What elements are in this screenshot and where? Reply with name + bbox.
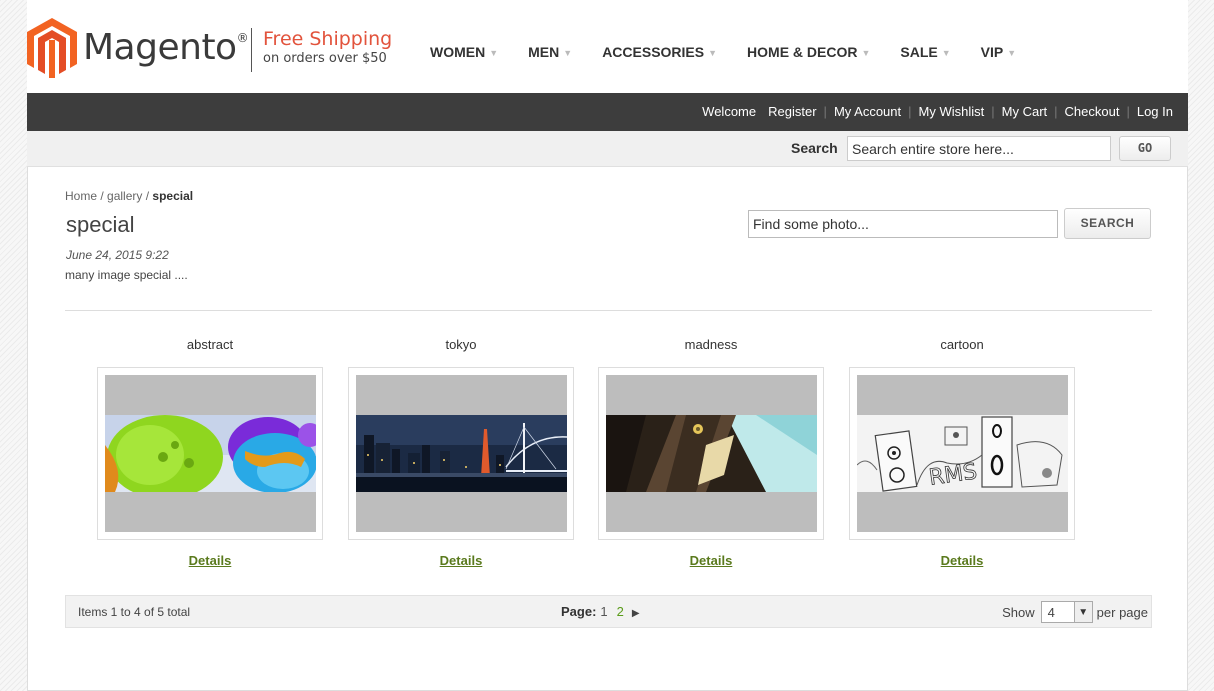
log-in-link[interactable]: Log In (1137, 104, 1173, 119)
next-page-icon[interactable]: ▶ (632, 608, 640, 619)
register-link[interactable]: Register (768, 104, 816, 119)
logo[interactable]: Magento® (27, 18, 249, 78)
section-divider (65, 310, 1152, 311)
registered-mark: ® (236, 31, 249, 45)
nav-item-accessories[interactable]: ACCESSORIES ▼ (602, 44, 717, 60)
gallery-item: abstract Details (97, 337, 323, 568)
current-page: 1 (600, 604, 608, 619)
items-count: Items 1 to 4 of 5 total (78, 605, 191, 619)
magento-logo-icon (27, 18, 77, 78)
breadcrumb-separator: / (142, 189, 153, 203)
breadcrumb-gallery[interactable]: gallery (107, 189, 142, 203)
details-link[interactable]: Details (598, 553, 824, 568)
link-separator: | (823, 104, 827, 119)
gallery-item-image[interactable] (356, 375, 567, 532)
link-separator: | (991, 104, 995, 119)
per-page-select[interactable]: 4 ▼ (1040, 601, 1093, 623)
brand-name: Magento® (83, 27, 249, 68)
gallery-item-title: madness (684, 337, 738, 352)
city-bridge-night-image (356, 415, 567, 492)
checkout-link[interactable]: Checkout (1065, 104, 1120, 119)
gallery-item-frame[interactable] (598, 367, 824, 540)
gallery-item-frame[interactable] (348, 367, 574, 540)
gallery-item-title: tokyo (445, 337, 477, 352)
my-account-link[interactable]: My Account (834, 104, 901, 119)
chevron-down-icon: ▼ (941, 48, 951, 58)
store-search-input[interactable] (847, 136, 1111, 161)
chevron-down-icon: ▼ (708, 48, 718, 58)
chevron-down-icon[interactable]: ▼ (1073, 602, 1092, 622)
post-description: many image special .... (65, 268, 188, 282)
chevron-down-icon: ▼ (563, 48, 573, 58)
page-title: special (66, 212, 135, 237)
my-wishlist-link[interactable]: My Wishlist (919, 104, 985, 119)
link-separator: | (1126, 104, 1130, 119)
nav-item-home-decor[interactable]: HOME & DECOR ▼ (747, 44, 870, 60)
promo-subline: on orders over $50 (263, 51, 387, 66)
breadcrumb: Home / gallery / special (65, 189, 193, 203)
nav-item-men[interactable]: MEN ▼ (528, 44, 572, 60)
per-page-suffix: per page (1096, 604, 1148, 620)
page-label: Page: (561, 604, 597, 619)
gallery-item: madness Details (598, 337, 824, 568)
nav-item-vip[interactable]: VIP ▼ (981, 44, 1017, 60)
gallery-item-image[interactable] (105, 375, 316, 532)
chevron-down-icon: ▼ (489, 48, 499, 58)
post-date: June 24, 2015 9:22 (66, 248, 169, 262)
search-go-button[interactable]: GO (1119, 136, 1171, 161)
show-label: Show (1002, 604, 1035, 620)
madness-photo-image (606, 415, 817, 492)
free-shipping-promo: Free Shipping on orders over $50 (263, 28, 393, 66)
welcome-message: Welcome (702, 104, 757, 119)
page-wrapper: Magento® Free Shipping on orders over $5… (27, 0, 1188, 691)
pagination-toolbar: Items 1 to 4 of 5 total Page: 1 2 ▶ Show 4 … (65, 595, 1152, 628)
account-bar: Welcome Register | My Account | My Wishl… (27, 93, 1188, 131)
nav-item-sale[interactable]: SALE ▼ (900, 44, 950, 60)
gallery-item-image[interactable]: RMS (857, 375, 1068, 532)
link-separator: | (1054, 104, 1058, 119)
photo-search-button[interactable]: SEARCH (1064, 208, 1151, 239)
gallery-item: tokyo Details (348, 337, 574, 568)
gallery-item-frame[interactable] (97, 367, 323, 540)
per-page-value: 4 (1047, 605, 1055, 620)
header: Magento® Free Shipping on orders over $5… (27, 0, 1188, 93)
my-cart-link[interactable]: My Cart (1002, 104, 1048, 119)
per-page-control: Show 4 ▼ per page (1002, 601, 1151, 623)
cartoon-speakers-sketch-image: RMS (857, 415, 1068, 492)
details-link[interactable]: Details (97, 553, 323, 568)
abstract-3d-image (105, 415, 316, 492)
details-link[interactable]: Details (849, 553, 1075, 568)
main-nav: WOMEN ▼ MEN ▼ ACCESSORIES ▼ HOME & DECOR ▼ S… (430, 44, 1046, 60)
details-link[interactable]: Details (348, 553, 574, 568)
breadcrumb-current: special (152, 189, 194, 203)
gallery-item: cartoon RMS Details (849, 337, 1075, 568)
photo-search-input[interactable] (748, 210, 1058, 238)
page-2-link[interactable]: 2 (617, 604, 624, 619)
nav-item-women[interactable]: WOMEN ▼ (430, 44, 498, 60)
gallery-item-image[interactable] (606, 375, 817, 532)
chevron-down-icon: ▼ (861, 48, 871, 58)
chevron-down-icon: ▼ (1007, 48, 1017, 58)
breadcrumb-home[interactable]: Home (65, 189, 97, 203)
gallery-item-title: abstract (186, 337, 234, 352)
store-search-bar: Search GO (27, 131, 1188, 167)
link-separator: | (908, 104, 912, 119)
gallery-item-title: cartoon (940, 337, 984, 352)
breadcrumb-separator: / (97, 189, 108, 203)
promo-headline: Free Shipping (263, 28, 393, 50)
gallery-item-frame[interactable]: RMS (849, 367, 1075, 540)
account-links: Welcome Register | My Account | My Wishl… (702, 104, 1173, 119)
search-label: Search (791, 140, 838, 156)
promo-divider (251, 28, 252, 72)
main-content: Home / gallery / special special June 24… (27, 167, 1188, 691)
page-navigation: Page: 1 2 ▶ (561, 604, 640, 619)
